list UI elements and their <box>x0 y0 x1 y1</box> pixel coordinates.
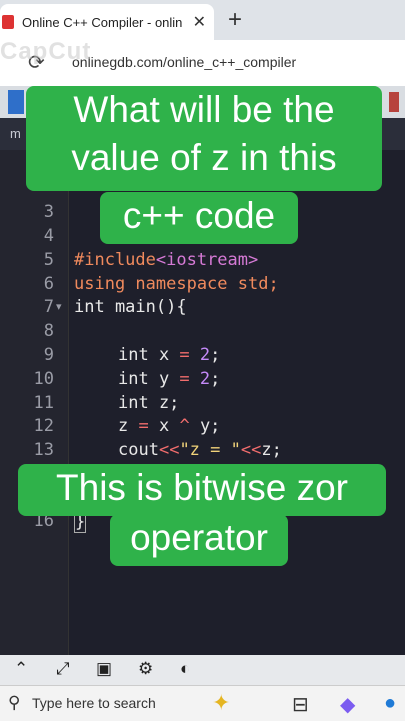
line-number: 12 <box>33 416 54 436</box>
copilot-icon[interactable]: ◆ <box>340 692 355 717</box>
new-tab-button[interactable]: + <box>228 6 242 34</box>
code-line: #include<iostream> <box>74 250 259 270</box>
taskbar: ⚲ Type here to search ✦ ⊟ ◆ ● <box>0 685 405 721</box>
line-number: 8 <box>43 321 54 341</box>
code-line: int y = 2; <box>118 369 221 389</box>
browser-icon[interactable]: ● <box>384 692 396 715</box>
tab-title: Online C++ Compiler - online e <box>22 14 182 30</box>
answer-caption-tail: operator <box>110 514 288 566</box>
caption-line: What will be the <box>73 89 335 130</box>
line-number: 11 <box>33 393 54 413</box>
question-caption: What will be the value of z in this <box>26 86 382 191</box>
code-line: z = x ^ y; <box>118 416 221 436</box>
capcut-watermark: CapCut <box>0 38 92 65</box>
file-tab-label[interactable]: m <box>10 126 21 141</box>
run-icon[interactable] <box>389 92 399 112</box>
code-line: int main(){ <box>74 297 187 317</box>
menu-icon[interactable] <box>8 90 24 114</box>
line-number: 7 <box>43 297 54 317</box>
browser-tab[interactable]: Online C++ Compiler - online e ✕ <box>0 4 214 40</box>
browser-tab-bar: Online C++ Compiler - online e ✕ + <box>0 0 405 40</box>
fold-arrow-icon[interactable]: ▾ <box>56 300 62 313</box>
url-field[interactable]: onlinegdb.com/online_c++_compiler <box>72 54 296 70</box>
line-number: 9 <box>43 345 54 365</box>
code-line: cout<<"z = "<<z; <box>118 440 282 460</box>
editor-bottom-bar: ⌃ ⤢ ▣ ⚙ ◐ <box>0 655 405 685</box>
line-number: 13 <box>33 440 54 460</box>
chevron-up-icon[interactable]: ⌃ <box>14 659 28 679</box>
close-tab-icon[interactable]: ✕ <box>193 12 206 32</box>
search-icon[interactable]: ⚲ <box>8 693 20 713</box>
theme-icon[interactable]: ◐ <box>180 659 190 679</box>
code-line: using namespace std; <box>74 274 279 294</box>
question-caption-tail: c++ code <box>100 192 298 244</box>
caption-line: operator <box>130 517 268 558</box>
taskbar-search-input[interactable]: Type here to search <box>32 695 156 711</box>
fullscreen-icon[interactable]: ⤢ <box>56 659 70 679</box>
line-number: 3 <box>43 202 54 222</box>
gear-icon[interactable]: ⚙ <box>138 659 153 679</box>
code-line: int z; <box>118 393 180 413</box>
answer-caption: This is bitwise zor <box>18 464 386 516</box>
line-number: 10 <box>33 369 54 389</box>
line-number: 5 <box>43 250 54 270</box>
favicon-icon <box>2 15 14 29</box>
task-view-icon[interactable]: ⊟ <box>292 692 309 717</box>
copilot-sparkle-icon[interactable]: ✦ <box>212 690 230 716</box>
caption-line: This is bitwise zor <box>56 467 348 508</box>
line-number: 4 <box>43 226 54 246</box>
code-line: int x = 2; <box>118 345 221 365</box>
layout-icon[interactable]: ▣ <box>96 659 112 679</box>
line-number: 6 <box>43 274 54 294</box>
caption-line: c++ code <box>122 195 276 236</box>
caption-line: value of z in this <box>71 137 337 178</box>
